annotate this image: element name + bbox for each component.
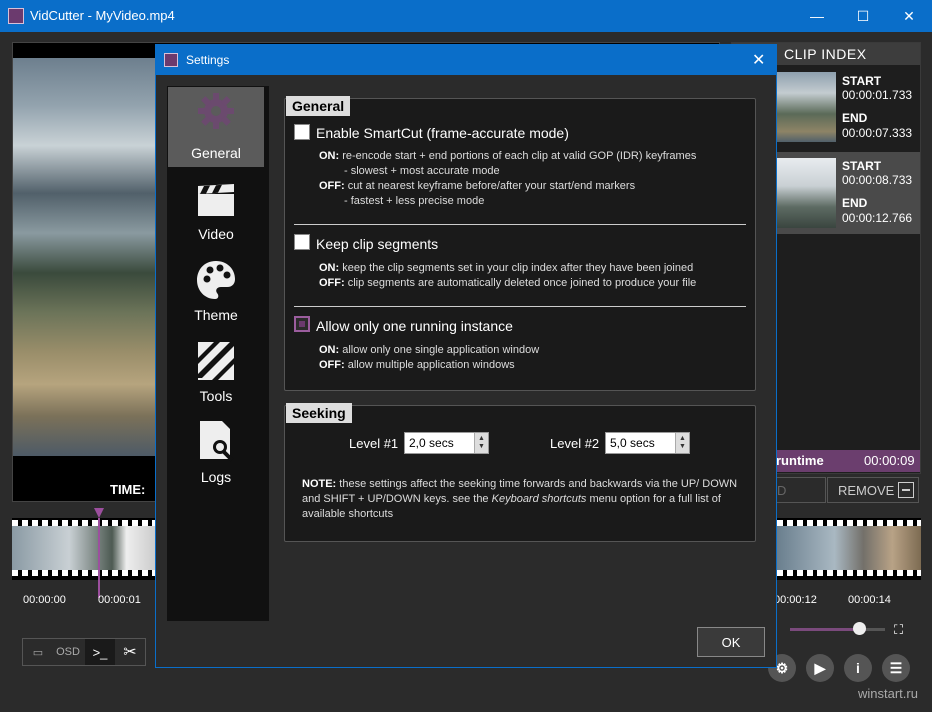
single-off-note: OFF: allow multiple application windows bbox=[319, 359, 515, 371]
watermark: winstart.ru bbox=[858, 686, 918, 701]
fullscreen-icon[interactable]: ⛶ bbox=[894, 622, 903, 638]
clip-thumbnail bbox=[776, 72, 836, 142]
spin-arrows-icon[interactable]: ▲ ▼ bbox=[474, 433, 488, 453]
timeline-tick: 00:00:12 bbox=[774, 594, 817, 606]
smartcut-label: Enable SmartCut (frame-accurate mode) bbox=[316, 125, 569, 141]
app-icon bbox=[8, 8, 24, 24]
level1-value: 2,0 secs bbox=[409, 436, 454, 450]
nav-general[interactable]: General bbox=[168, 87, 264, 167]
seeking-note: NOTE: these settings affect the seeking … bbox=[302, 478, 738, 520]
separator bbox=[294, 224, 746, 225]
video-camera-icon[interactable]: ▶ bbox=[806, 654, 834, 682]
level1-label: Level #1 bbox=[349, 436, 399, 451]
remove-clip-button[interactable]: REMOVE bbox=[827, 477, 919, 503]
timeline-tick: 00:00:01 bbox=[98, 594, 141, 606]
keep-off-note: OFF: clip segments are automatically del… bbox=[319, 277, 697, 289]
nav-tools[interactable]: Tools bbox=[168, 330, 264, 410]
single-instance-label: Allow only one running instance bbox=[316, 318, 513, 334]
nav-tools-label: Tools bbox=[199, 388, 233, 404]
time-label: TIME: bbox=[110, 482, 146, 497]
osd-toggle[interactable]: OSD bbox=[53, 639, 83, 665]
window-title: VidCutter - MyVideo.mp4 bbox=[30, 8, 175, 23]
clapperboard-icon bbox=[198, 184, 234, 216]
minimize-button[interactable]: — bbox=[794, 0, 840, 32]
tools-icon bbox=[198, 342, 234, 380]
nav-logs[interactable]: Logs bbox=[168, 411, 264, 491]
volume-slider-rest bbox=[866, 628, 885, 631]
add-clip-label: D bbox=[777, 482, 787, 498]
info-icon[interactable]: i bbox=[844, 654, 872, 682]
clip-item[interactable]: START 00:00:01.733 END 00:00:07.333 bbox=[776, 70, 920, 146]
smartcut-on-sub: - slowest + most accurate mode bbox=[344, 165, 500, 177]
keep-segments-checkbox[interactable] bbox=[294, 234, 310, 250]
clip-end-time: 00:00:12.766 bbox=[842, 211, 913, 225]
clip-start-time: 00:00:01.733 bbox=[842, 88, 913, 102]
timeline-tick: 00:00:00 bbox=[23, 594, 66, 606]
nav-video[interactable]: Video bbox=[168, 168, 264, 248]
app-icon bbox=[164, 53, 178, 67]
timeline-filmstrip-right[interactable] bbox=[777, 518, 921, 580]
spin-arrows-icon[interactable]: ▲ ▼ bbox=[675, 433, 689, 453]
smartcut-checkbox[interactable] bbox=[294, 124, 310, 140]
maximize-button[interactable]: ☐ bbox=[840, 0, 886, 32]
add-clip-button[interactable]: D bbox=[776, 477, 826, 503]
media-info-icon[interactable]: ▭ bbox=[23, 639, 53, 665]
nav-logs-label: Logs bbox=[200, 469, 232, 485]
keep-on-note: ON: keep the clip segments set in your c… bbox=[319, 262, 694, 274]
remove-label: REMOVE bbox=[838, 482, 895, 498]
scissors-icon[interactable]: ✂ bbox=[115, 639, 145, 665]
smartcut-off-note: OFF: cut at nearest keyframe before/afte… bbox=[319, 180, 636, 192]
clip-item[interactable]: START 00:00:08.733 END 00:00:12.766 bbox=[776, 152, 920, 234]
runtime-label: runtime bbox=[776, 453, 824, 468]
dialog-close-button[interactable]: ✕ bbox=[752, 50, 765, 70]
seeking-heading: Seeking bbox=[286, 403, 352, 423]
single-on-note: ON: allow only one single application wi… bbox=[319, 344, 540, 356]
clip-end-time: 00:00:07.333 bbox=[842, 126, 913, 140]
log-file-icon bbox=[200, 421, 234, 462]
single-instance-checkbox[interactable] bbox=[294, 316, 310, 332]
nav-general-label: General bbox=[191, 145, 241, 161]
separator bbox=[294, 306, 746, 307]
clip-start-time: 00:00:08.733 bbox=[842, 173, 913, 187]
general-heading: General bbox=[286, 96, 351, 116]
minus-icon bbox=[898, 482, 914, 498]
smartcut-off-sub: - fastest + less precise mode bbox=[344, 195, 485, 207]
clip-end-label: END bbox=[842, 196, 868, 210]
level2-value: 5,0 secs bbox=[610, 436, 655, 450]
settings-dialog-titlebar: Settings ✕ bbox=[156, 45, 776, 75]
playhead-line bbox=[98, 518, 100, 598]
volume-slider-knob[interactable] bbox=[853, 622, 866, 635]
clip-start-label: START bbox=[842, 159, 882, 173]
close-button[interactable]: ✕ bbox=[886, 0, 932, 32]
toolbar-toggles: ▭ OSD >_ ✂ bbox=[22, 638, 146, 666]
smartcut-on-note: ON: re-encode start + end portions of ea… bbox=[319, 150, 697, 162]
timeline-filmstrip-left[interactable] bbox=[12, 518, 155, 580]
ok-button[interactable]: OK bbox=[697, 627, 765, 657]
nav-video-label: Video bbox=[198, 226, 234, 242]
nav-theme[interactable]: Theme bbox=[168, 249, 264, 329]
level2-label: Level #2 bbox=[550, 436, 600, 451]
palette-icon bbox=[197, 261, 235, 299]
level2-spinbox[interactable]: 5,0 secs ▲ ▼ bbox=[605, 432, 690, 454]
keep-segments-label: Keep clip segments bbox=[316, 236, 439, 252]
clip-thumbnail bbox=[776, 158, 836, 228]
dialog-title: Settings bbox=[186, 53, 230, 67]
level1-spinbox[interactable]: 2,0 secs ▲ ▼ bbox=[404, 432, 489, 454]
nav-theme-label: Theme bbox=[194, 307, 238, 323]
runtime-bar: runtime 00:00:09 bbox=[776, 450, 920, 472]
runtime-value: 00:00:09 bbox=[864, 453, 915, 468]
menu-list-icon[interactable]: ☰ bbox=[882, 654, 910, 682]
playhead-marker[interactable] bbox=[94, 508, 104, 518]
clip-end-label: END bbox=[842, 111, 868, 125]
gear-icon bbox=[198, 93, 234, 129]
video-frame bbox=[13, 58, 155, 456]
console-button[interactable]: >_ bbox=[85, 639, 115, 665]
main-titlebar: VidCutter - MyVideo.mp4 — ☐ ✕ bbox=[0, 0, 932, 32]
timeline-tick: 00:00:14 bbox=[848, 594, 891, 606]
clip-start-label: START bbox=[842, 74, 882, 88]
